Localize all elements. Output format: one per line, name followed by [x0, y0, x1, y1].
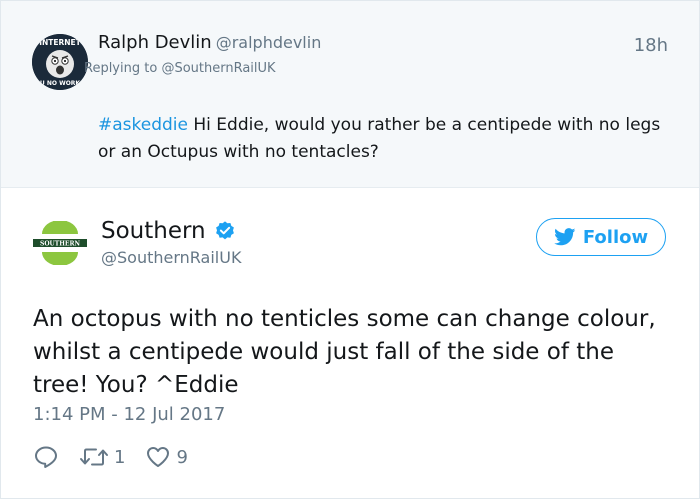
parent-author-name[interactable]: Ralph Devlin	[98, 32, 212, 53]
tweet-actions: 1 9	[33, 444, 188, 470]
tweet-embed: INTERNET U NO WORK Ralph Devlin @ralphdev…	[0, 0, 700, 499]
author-handle[interactable]: @SouthernRailUK	[101, 248, 241, 267]
parent-author-handle[interactable]: @ralphdevlin	[216, 33, 322, 52]
replying-to-mention[interactable]: @SouthernRailUK	[161, 61, 275, 76]
twitter-bird-icon	[553, 228, 576, 246]
author-avatar[interactable]: SOUTHERN	[33, 220, 87, 266]
retweet-count: 1	[114, 446, 126, 468]
meme-face-icon: INTERNET U NO WORK	[32, 34, 88, 90]
like-count: 9	[176, 446, 188, 468]
verified-badge-icon	[215, 221, 234, 240]
reply-icon	[35, 446, 57, 468]
hashtag-link[interactable]: #askeddie	[98, 115, 188, 135]
svg-text:INTERNET: INTERNET	[39, 38, 81, 47]
replying-to-line: Replying to @SouthernRailUK	[84, 61, 276, 76]
parent-tweet-text: #askeddie Hi Eddie, would you rather be …	[98, 112, 678, 166]
reply-button[interactable]	[33, 445, 59, 469]
retweet-button[interactable]: 1	[79, 446, 125, 468]
follow-button[interactable]: Follow	[536, 218, 666, 256]
parent-author-avatar[interactable]: INTERNET U NO WORK	[32, 34, 88, 90]
tweet-timestamp[interactable]: 1:14 PM - 12 Jul 2017	[33, 404, 225, 425]
svg-text:SOUTHERN: SOUTHERN	[40, 241, 80, 248]
parent-tweet-time[interactable]: 18h	[634, 35, 668, 56]
parent-author[interactable]: Ralph Devlin @ralphdevlin	[98, 32, 321, 53]
parent-tweet[interactable]: INTERNET U NO WORK Ralph Devlin @ralphdev…	[1, 1, 699, 188]
like-button[interactable]: 9	[145, 445, 188, 469]
replying-to-prefix: Replying to	[84, 61, 162, 76]
tweet-text: An octopus with no tenticles some can ch…	[33, 306, 656, 398]
author-name-row[interactable]: Southern	[101, 218, 236, 244]
svg-text:U NO WORK: U NO WORK	[40, 80, 81, 87]
heart-icon	[147, 447, 170, 467]
southern-logo-icon: SOUTHERN	[33, 220, 87, 266]
author-name[interactable]: Southern	[101, 218, 206, 244]
retweet-icon	[80, 448, 108, 466]
follow-button-label: Follow	[582, 226, 649, 248]
